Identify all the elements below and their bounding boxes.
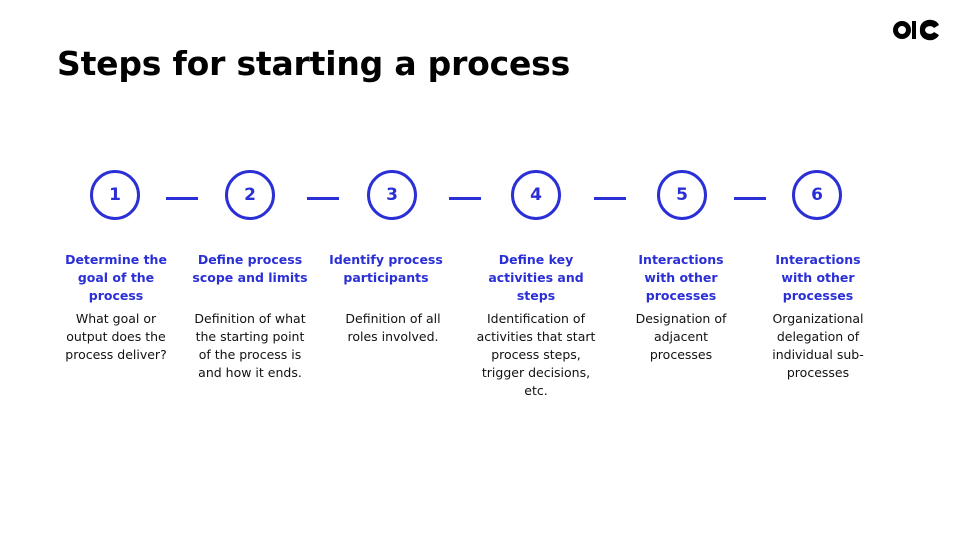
step-2-title: Define process scope and limits [192, 252, 308, 285]
slide-title: Steps for starting a process [57, 44, 571, 83]
logo-left-shape [893, 21, 911, 39]
step-2-description: Definition of what the starting point of… [194, 311, 306, 380]
step-5-title: Interactions with other processes [638, 252, 724, 303]
step-3-description: Definition of all roles involved. [345, 311, 441, 344]
brand-logo-icon [893, 19, 939, 41]
logo-bar [912, 21, 916, 39]
connector-4-5 [594, 197, 626, 200]
step-6-description: Organizational delegation of individual … [772, 311, 864, 380]
connector-1-2 [166, 197, 198, 200]
step-2-circle: 2 [225, 170, 275, 220]
step-6-title: Interactions with other processes [775, 252, 861, 303]
connector-5-6 [734, 197, 766, 200]
connector-2-3 [307, 197, 339, 200]
step-4-title: Define key activities and steps [488, 252, 584, 303]
step-1-circle: 1 [90, 170, 140, 220]
step-5-circle: 5 [657, 170, 707, 220]
step-3-title: Identify process participants [329, 252, 443, 285]
connector-3-4 [449, 197, 481, 200]
step-1-title: Determine the goal of the process [65, 252, 167, 303]
step-1-description: What goal or output does the process del… [65, 311, 167, 362]
step-3-circle: 3 [367, 170, 417, 220]
step-4-circle: 4 [511, 170, 561, 220]
step-5-description: Designation of adjacent processes [635, 311, 727, 362]
step-4-description: Identification of activities that start … [476, 311, 596, 398]
step-6-circle: 6 [792, 170, 842, 220]
logo-right-shape [919, 19, 939, 41]
